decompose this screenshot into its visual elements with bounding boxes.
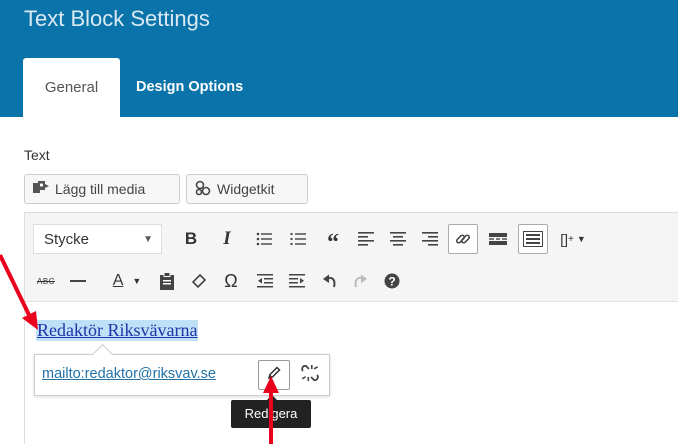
edit-tooltip: Redigera xyxy=(231,395,311,428)
text-color-icon[interactable]: A ▼ xyxy=(105,267,149,295)
italic-icon[interactable]: I xyxy=(214,225,240,253)
widgetkit-icon xyxy=(194,179,212,200)
undo-icon[interactable] xyxy=(317,267,343,295)
svg-text:?: ? xyxy=(388,275,395,289)
tooltip-text: Redigera xyxy=(244,406,298,421)
text-section-label: Text xyxy=(24,147,50,163)
clear-formatting-icon[interactable] xyxy=(186,267,212,295)
pencil-icon xyxy=(266,365,282,386)
link-url[interactable]: mailto:redaktor@riksvav.se xyxy=(42,366,216,382)
widgetkit-button[interactable]: Widgetkit xyxy=(186,174,308,204)
tooltip-pointer xyxy=(266,395,278,401)
link-popup: mailto:redaktor@riksvav.se xyxy=(34,343,330,396)
settings-header: Text Block Settings General Design Optio… xyxy=(0,0,678,117)
widgetkit-label: Widgetkit xyxy=(217,181,275,197)
numbered-list-icon[interactable] xyxy=(285,225,311,253)
strikethrough-icon[interactable]: ABC xyxy=(33,267,59,295)
align-center-icon[interactable] xyxy=(385,225,411,253)
toolbar-toggle-icon[interactable] xyxy=(518,224,548,254)
format-select[interactable]: Stycke ▼ xyxy=(33,224,162,254)
unlink-icon xyxy=(300,363,320,388)
bold-icon[interactable]: B xyxy=(178,225,204,253)
add-media-label: Lägg till media xyxy=(55,181,146,197)
chevron-down-icon: ▼ xyxy=(143,233,153,245)
align-left-icon[interactable] xyxy=(353,225,379,253)
remove-link-button[interactable] xyxy=(296,360,324,390)
help-icon[interactable]: ? xyxy=(379,267,405,295)
blockquote-icon[interactable]: “ xyxy=(320,225,346,256)
read-more-icon[interactable] xyxy=(485,225,511,253)
selected-link-text[interactable]: Redaktör Riksvävarna xyxy=(36,320,199,341)
window-title: Text Block Settings xyxy=(24,6,210,31)
special-character-icon[interactable]: Ω xyxy=(218,267,244,295)
link-icon[interactable] xyxy=(448,224,478,254)
outdent-icon[interactable] xyxy=(252,267,278,295)
tab-general[interactable]: General xyxy=(23,58,120,117)
editor-toolbar: Stycke ▼ B I “ [] + ▼ ABC A ▼ Ω ? xyxy=(25,213,678,302)
indent-icon[interactable] xyxy=(284,267,310,295)
shortcode-icon[interactable]: [] + ▼ xyxy=(555,225,591,253)
redo-icon[interactable] xyxy=(347,267,373,295)
bullet-list-icon[interactable] xyxy=(251,225,277,253)
format-select-value: Stycke xyxy=(44,230,90,248)
horizontal-line-icon[interactable] xyxy=(65,267,91,295)
paste-as-text-icon[interactable] xyxy=(154,267,180,295)
media-icon xyxy=(32,180,50,199)
align-right-icon[interactable] xyxy=(417,225,443,253)
add-media-button[interactable]: Lägg till media xyxy=(24,174,180,204)
edit-link-button[interactable] xyxy=(258,360,290,390)
tab-design-options[interactable]: Design Options xyxy=(120,58,259,117)
